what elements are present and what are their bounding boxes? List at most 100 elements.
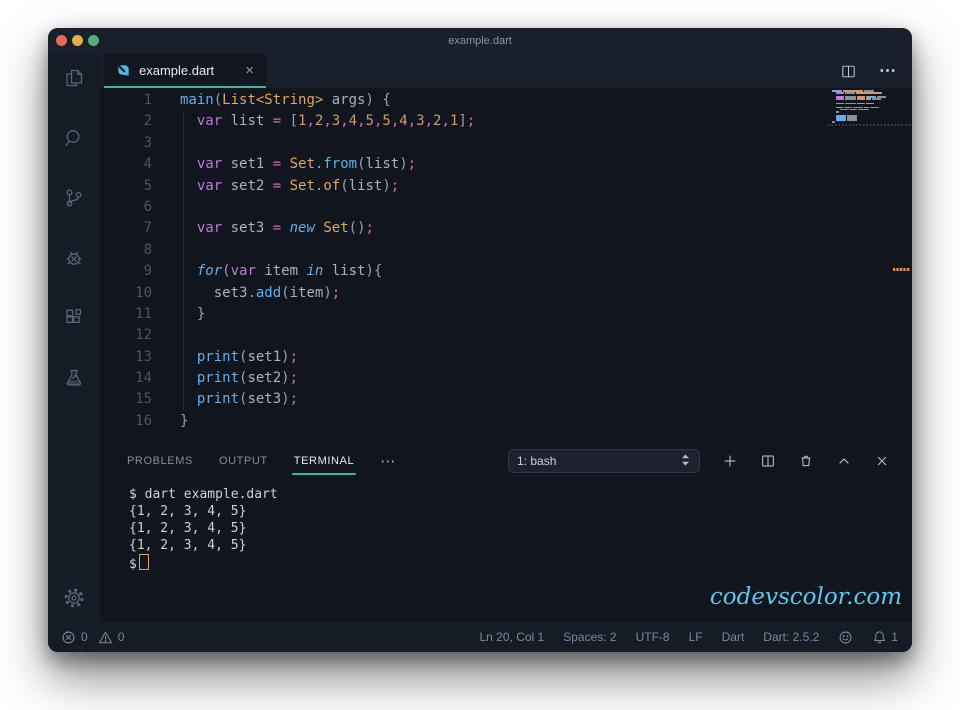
titlebar[interactable]: example.dart [48,28,912,54]
code-line[interactable]: 5 var set2 = Set.of(list); [100,176,912,197]
search-icon[interactable] [62,126,86,150]
extensions-icon[interactable] [62,306,86,330]
activity-bar [48,54,100,622]
new-terminal-icon[interactable] [722,453,738,469]
indent-guide [183,111,184,411]
more-actions-icon[interactable]: ⋯ [879,61,896,81]
code-text: var set1 = Set.from(list); [196,156,417,173]
settings-gear-icon[interactable] [62,586,86,610]
code-text: set3.add(item); [180,284,341,301]
line-number: 6 [143,198,152,215]
watermark-text: codevscolor.com [709,584,902,610]
error-icon [62,631,75,643]
terminal-line: {1, 2, 3, 4, 5} [129,521,247,536]
code-line[interactable]: 14 print(set2); [100,368,912,389]
line-number: 15 [135,391,152,408]
status-item[interactable]: Spaces: 2 [563,630,616,644]
code-line[interactable]: 2 var list = [1,2,3,4,5,5,4,3,2,1]; [100,111,912,132]
line-number: 12 [135,327,152,344]
code-line[interactable]: 10 set3.add(item); [100,283,912,304]
code-text: } [180,412,189,429]
tab-example-dart[interactable]: example.dart × [104,54,266,88]
panel-tab-output[interactable]: OUTPUT [219,455,268,467]
code-lines: 1 main(List<String> args) {2 var list = [… [100,90,912,432]
dart-icon [117,64,129,76]
code-line[interactable]: 13 print(set1); [100,347,912,368]
tab-label: example.dart [139,62,215,78]
code-line[interactable]: 3 [100,133,912,154]
line-number: 2 [143,113,152,130]
explorer-icon[interactable] [62,66,86,90]
code-line[interactable]: 12 [100,325,912,346]
line-number: 3 [143,134,152,151]
code-text: print(set1); [196,348,299,365]
line-number: 8 [143,241,152,258]
bell-icon [874,630,886,643]
status-item[interactable]: Ln 20, Col 1 [480,630,545,644]
code-line[interactable]: 11 } [100,304,912,325]
panel-tab-problems[interactable]: PROBLEMS [127,455,193,467]
test-flask-icon[interactable] [62,366,86,390]
terminal-select[interactable]: 1: bash [508,449,700,473]
code-line[interactable]: 7 var set3 = new Set(); [100,218,912,239]
line-number: 14 [135,370,152,387]
terminal-line: $ dart example.dart [129,487,278,502]
line-number: 11 [135,305,152,322]
editor-tab-bar: example.dart × ⋯ [100,54,912,88]
vscode-window: example.dart example.dart × ⋯ 1 main(Lis… [48,28,912,652]
maximize-panel-icon[interactable] [836,453,852,469]
code-line[interactable]: 15 print(set3); [100,389,912,410]
code-text: var list = [1,2,3,4,5,5,4,3,2,1]; [196,113,476,130]
status-item[interactable]: UTF-8 [636,630,670,644]
status-segments: Ln 20, Col 1 Spaces: 2 UTF-8 LF Dart Dart: 2.… [480,630,820,644]
overview-ruler-marker [893,268,910,271]
code-line[interactable]: 16} [100,411,912,432]
code-editor[interactable]: 1 main(List<String> args) {2 var list = [… [100,88,912,444]
code-text: var set3 = new Set(); [196,220,374,237]
code-line[interactable]: 4 var set1 = Set.from(list); [100,154,912,175]
line-number: 9 [143,263,152,280]
window-title: example.dart [448,35,512,47]
code-text: print(set2); [196,370,299,387]
terminal-line: {1, 2, 3, 4, 5} [129,504,247,519]
line-number: 4 [143,156,152,173]
status-item[interactable]: LF [689,630,703,644]
panel-more-icon[interactable]: ⋯ [380,452,396,470]
status-item[interactable]: Dart [722,630,745,644]
line-number: 10 [135,284,152,301]
code-line[interactable]: 9 for(var item in list){ [100,261,912,282]
status-item[interactable]: Dart: 2.5.2 [763,630,819,644]
split-terminal-icon[interactable] [760,453,776,469]
zoom-window-button[interactable] [88,35,99,46]
minimap[interactable] [832,90,906,124]
notifications-bell[interactable]: 1 [872,630,898,645]
select-arrows-icon [680,453,691,470]
panel-tabs: PROBLEMS OUTPUT TERMINAL [100,455,357,475]
debug-icon[interactable] [62,246,86,270]
split-editor-icon[interactable] [840,63,857,80]
warning-count: 0 [117,630,125,644]
panel-header: PROBLEMS OUTPUT TERMINAL ⋯ 1: bash [100,444,912,478]
error-count: 0 [81,630,88,644]
minimap-row [832,121,906,123]
close-panel-icon[interactable] [874,453,890,469]
code-text: for(var item in list){ [196,263,383,280]
line-number: 16 [135,412,152,429]
close-window-button[interactable] [56,35,67,46]
code-line[interactable]: 6 [100,197,912,218]
notification-count: 1 [891,630,898,644]
code-line[interactable]: 8 [100,240,912,261]
minimap-separator [828,124,912,126]
terminal-output[interactable]: $ dart example.dart {1, 2, 3, 4, 5} {1, 2,… [100,486,912,573]
terminal-line: {1, 2, 3, 4, 5} [129,538,247,553]
feedback-smiley-icon[interactable] [838,630,853,645]
panel-tab-terminal[interactable]: TERMINAL [291,455,357,475]
source-control-icon[interactable] [62,186,86,210]
problems-status[interactable]: 0 0 [48,630,124,645]
code-line[interactable]: 1 main(List<String> args) { [100,90,912,111]
minimize-window-button[interactable] [72,35,83,46]
warning-icon [98,631,112,643]
line-number: 5 [143,177,152,194]
kill-terminal-icon[interactable] [798,453,814,469]
tab-close-icon[interactable]: × [245,63,254,78]
